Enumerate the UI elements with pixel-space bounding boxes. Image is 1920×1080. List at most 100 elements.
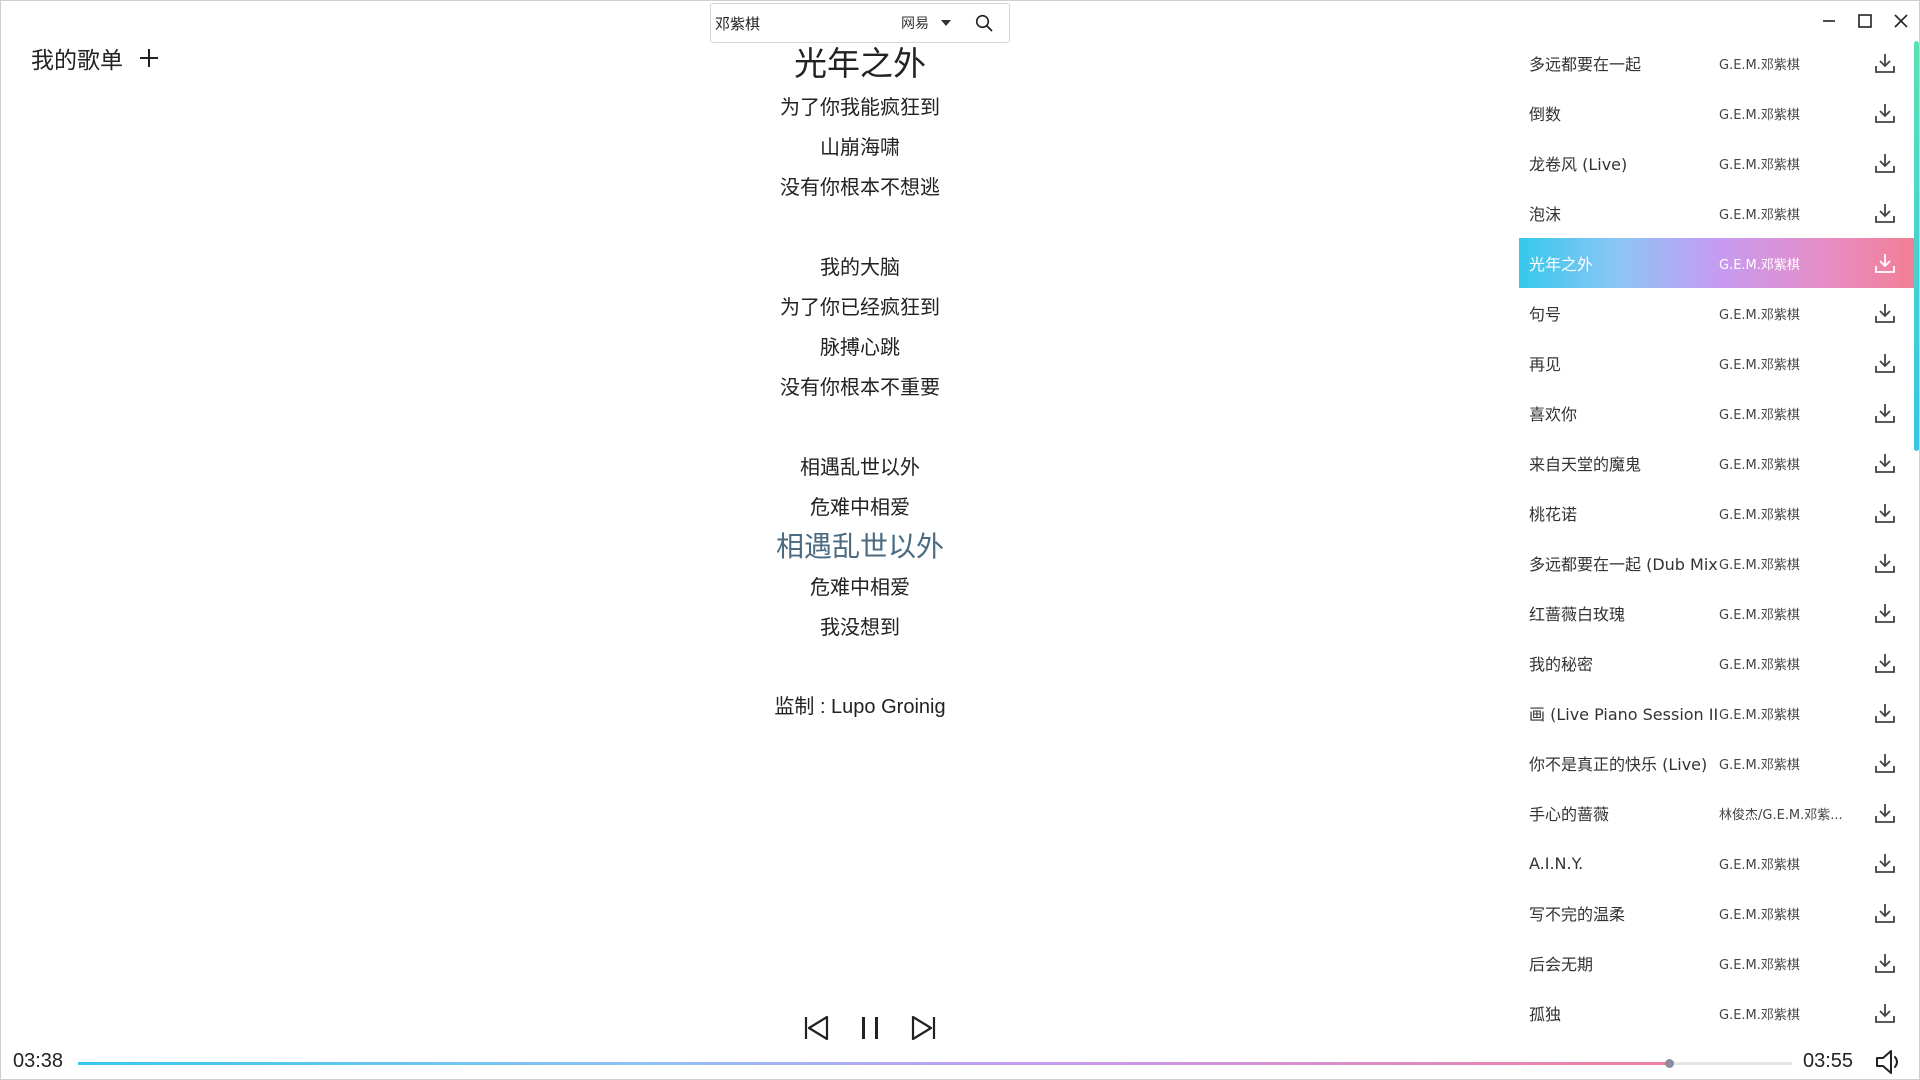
download-button[interactable] — [1865, 388, 1905, 438]
song-row[interactable]: A.I.N.Y. G.E.M.邓紫棋 — [1519, 838, 1918, 888]
song-row[interactable]: 句号 G.E.M.邓紫棋 — [1519, 288, 1918, 338]
download-button[interactable] — [1865, 288, 1905, 338]
song-name: 桃花诺 — [1529, 505, 1578, 524]
song-name: 我的秘密 — [1529, 655, 1594, 674]
lyric-line: 没有你根本不重要 — [780, 375, 940, 399]
download-icon — [1875, 604, 1895, 623]
dropdown-caret-icon — [941, 20, 951, 26]
song-artist: G.E.M.邓紫棋 — [1719, 507, 1800, 523]
song-name: 红蔷薇白玫瑰 — [1529, 605, 1626, 624]
song-name: 孤独 — [1529, 1005, 1562, 1024]
song-row[interactable]: 桃花诺 G.E.M.邓紫棋 — [1519, 488, 1918, 538]
lyric-line: 为了你我能疯狂到 — [780, 95, 940, 119]
download-icon — [1875, 754, 1895, 773]
song-row[interactable]: 红蔷薇白玫瑰 G.E.M.邓紫棋 — [1519, 588, 1918, 638]
song-name: 光年之外 — [1529, 255, 1594, 274]
song-name: A.I.N.Y. — [1529, 853, 1584, 873]
download-button[interactable] — [1865, 538, 1905, 588]
download-icon — [1875, 804, 1895, 823]
download-icon — [1875, 404, 1895, 423]
download-icon — [1875, 354, 1895, 373]
progress-handle[interactable] — [1664, 1059, 1674, 1068]
song-name: 多远都要在一起 — [1529, 55, 1642, 74]
download-button[interactable] — [1865, 638, 1905, 688]
song-row[interactable]: 我的秘密 G.E.M.邓紫棋 — [1519, 638, 1918, 688]
window-controls — [1811, 1, 1919, 41]
download-button[interactable] — [1865, 838, 1905, 888]
download-button[interactable] — [1865, 888, 1905, 938]
song-row[interactable]: 龙卷风 (Live) G.E.M.邓紫棋 — [1519, 138, 1918, 188]
previous-button[interactable] — [799, 1011, 833, 1045]
next-button[interactable] — [907, 1011, 941, 1045]
song-artist: G.E.M.邓紫棋 — [1719, 707, 1800, 723]
song-row[interactable]: 写不完的温柔 G.E.M.邓紫棋 — [1519, 888, 1918, 938]
song-list-scrollbar[interactable] — [1914, 41, 1919, 451]
download-icon — [1875, 704, 1895, 723]
lyric-line: 没有你根本不想逃 — [780, 175, 940, 199]
download-button[interactable] — [1865, 988, 1905, 1038]
download-icon — [1875, 554, 1895, 573]
song-artist: G.E.M.邓紫棋 — [1719, 57, 1800, 73]
song-row[interactable]: 手心的蔷薇 林俊杰/G.E.M.邓紫... — [1519, 788, 1918, 838]
volume-icon[interactable] — [1874, 1047, 1904, 1077]
song-name: 龙卷风 (Live) — [1529, 155, 1628, 174]
song-row[interactable]: 多远都要在一起 (Dub Mix) G.E.M.邓紫棋 — [1519, 538, 1918, 588]
download-icon — [1875, 954, 1895, 973]
song-artist: G.E.M.邓紫棋 — [1719, 857, 1800, 873]
download-button[interactable] — [1865, 588, 1905, 638]
lyric-lines: 为了你我能疯狂到 山崩海啸 没有你根本不想逃 我的大脑 为了你已经疯狂到 脉搏心跳 没有你根… — [660, 87, 1060, 727]
download-button[interactable] — [1865, 788, 1905, 838]
maximize-button[interactable] — [1847, 1, 1883, 41]
song-name: 手心的蔷薇 — [1529, 805, 1610, 824]
maximize-icon — [1858, 14, 1872, 28]
search-button[interactable] — [969, 8, 999, 38]
playback-controls — [799, 1011, 941, 1045]
song-name: 写不完的温柔 — [1529, 905, 1626, 924]
my-playlists-title: 我的歌单 — [31, 48, 123, 74]
close-icon — [1894, 14, 1908, 28]
download-button[interactable] — [1865, 438, 1905, 488]
download-button[interactable] — [1865, 238, 1905, 288]
download-button[interactable] — [1865, 38, 1905, 88]
song-row[interactable]: 喜欢你 G.E.M.邓紫棋 — [1519, 388, 1918, 438]
song-artist: G.E.M.邓紫棋 — [1719, 307, 1800, 323]
download-button[interactable] — [1865, 488, 1905, 538]
song-row[interactable]: 泡沫 G.E.M.邓紫棋 — [1519, 188, 1918, 238]
song-artist: G.E.M.邓紫棋 — [1719, 407, 1800, 423]
download-button[interactable] — [1865, 138, 1905, 188]
download-button[interactable] — [1865, 188, 1905, 238]
song-row[interactable]: 孤独 G.E.M.邓紫棋 — [1519, 988, 1918, 1038]
minimize-button[interactable] — [1811, 1, 1847, 41]
song-row[interactable]: 画 (Live Piano Session II) G.E.M.邓紫棋 — [1519, 688, 1918, 738]
download-button[interactable] — [1865, 688, 1905, 738]
song-name: 你不是真正的快乐 (Live) — [1529, 755, 1708, 774]
song-artist: G.E.M.邓紫棋 — [1719, 357, 1800, 373]
download-icon — [1875, 104, 1895, 123]
download-icon — [1875, 54, 1895, 73]
lyrics-panel: 光年之外 为了你我能疯狂到 山崩海啸 没有你根本不想逃 我的大脑 为了你已经疯狂到 脉搏心… — [660, 41, 1060, 727]
song-row[interactable]: 再见 G.E.M.邓紫棋 — [1519, 338, 1918, 388]
add-playlist-icon[interactable] — [137, 46, 161, 70]
download-button[interactable] — [1865, 938, 1905, 988]
song-name: 喜欢你 — [1529, 405, 1578, 424]
download-button[interactable] — [1865, 338, 1905, 388]
close-button[interactable] — [1883, 1, 1919, 41]
download-button[interactable] — [1865, 738, 1905, 788]
music-source-select[interactable]: 网易 — [901, 13, 969, 33]
song-row[interactable]: 多远都要在一起 G.E.M.邓紫棋 — [1519, 38, 1918, 88]
pause-button[interactable] — [853, 1011, 887, 1045]
download-button[interactable] — [1865, 88, 1905, 138]
lyric-line: 山崩海啸 — [820, 135, 900, 159]
song-row-active[interactable]: 光年之外 G.E.M.邓紫棋 — [1519, 238, 1918, 288]
pause-icon — [862, 1017, 878, 1039]
skip-previous-icon — [804, 1015, 829, 1041]
song-row[interactable]: 倒数 G.E.M.邓紫棋 — [1519, 88, 1918, 138]
song-row[interactable]: 来自天堂的魔鬼 G.E.M.邓紫棋 — [1519, 438, 1918, 488]
lyric-spacer — [660, 207, 1060, 247]
lyric-line: 脉搏心跳 — [820, 335, 900, 359]
search-input[interactable] — [711, 4, 901, 42]
song-row[interactable]: 你不是真正的快乐 (Live) G.E.M.邓紫棋 — [1519, 738, 1918, 788]
song-name: 泡沫 — [1529, 205, 1562, 224]
progress-bar[interactable] — [78, 1059, 1792, 1068]
song-row[interactable]: 后会无期 G.E.M.邓紫棋 — [1519, 938, 1918, 988]
